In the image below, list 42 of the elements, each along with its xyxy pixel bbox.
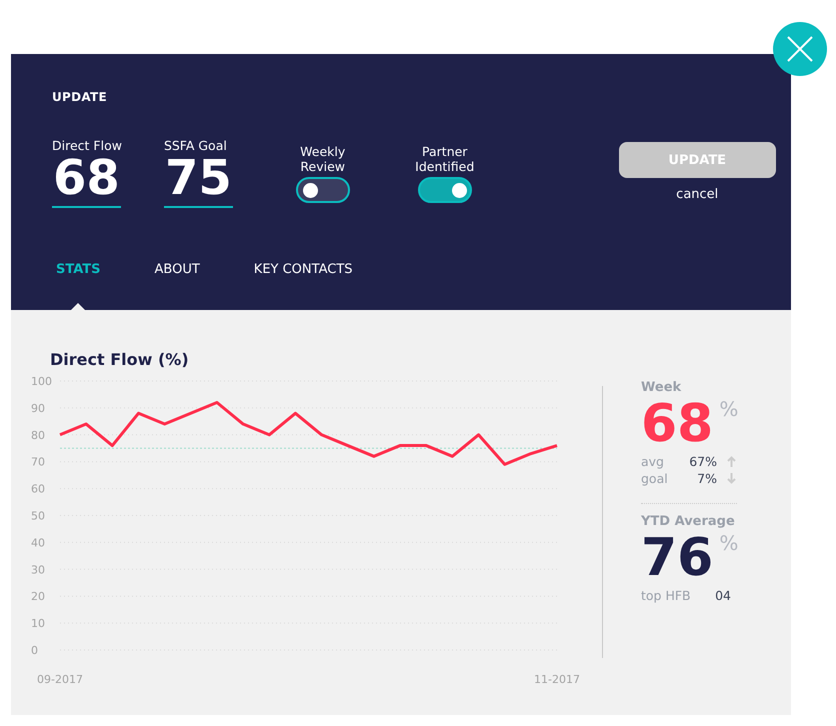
stat-label: goal xyxy=(641,470,669,487)
axis-label: 0 xyxy=(31,644,38,657)
cancel-link[interactable]: cancel xyxy=(676,187,718,202)
axis-label: 30 xyxy=(31,563,45,576)
toggle-label: Weekly Review xyxy=(299,143,346,174)
axis-label: 90 xyxy=(31,402,45,415)
tab[interactable]: ABOUT xyxy=(154,262,200,310)
tab[interactable]: KEY CONTACTS xyxy=(254,262,353,310)
close-icon xyxy=(787,36,813,62)
down-arrow-icon xyxy=(727,473,736,484)
axis-label: 20 xyxy=(31,590,45,604)
axis-label: 80 xyxy=(31,428,45,442)
chart-title: Direct Flow (%) xyxy=(50,350,190,369)
axis-label: 09-2017 xyxy=(37,673,83,686)
metric-label: Direct Flow xyxy=(52,138,122,153)
axis-label: 11-2017 xyxy=(534,673,580,686)
stat-label: YTD Average xyxy=(641,514,736,529)
stat-label: top HFB xyxy=(641,587,692,604)
axis-label: 60 xyxy=(31,482,45,496)
stat-value: 7% xyxy=(696,470,717,487)
stat-value: 67% xyxy=(688,453,717,470)
unit-label: % xyxy=(719,531,738,555)
stat-value: 68 xyxy=(641,395,714,453)
metric-value[interactable]: 75 xyxy=(164,153,233,208)
close-button[interactable] xyxy=(773,22,827,76)
metric-value[interactable]: 68 xyxy=(52,153,121,208)
stat-value: 76 xyxy=(641,529,714,587)
toggle-switch[interactable] xyxy=(418,177,472,203)
toggle-label: Partner Identified xyxy=(414,143,476,174)
axis-label: 100 xyxy=(31,375,52,388)
axis-label: 40 xyxy=(31,536,45,550)
stat-value: 04 xyxy=(715,587,731,604)
metric-label: SSFA Goal xyxy=(164,138,227,153)
stat-label: avg xyxy=(641,453,665,470)
unit-label: % xyxy=(719,397,738,421)
up-arrow-icon xyxy=(727,456,736,467)
axis-label: 10 xyxy=(31,617,45,630)
dialog-title: UPDATE xyxy=(52,90,108,104)
axis-label: 70 xyxy=(31,456,45,469)
toggle-switch[interactable] xyxy=(296,177,350,203)
axis-label: 50 xyxy=(31,510,45,522)
stat-label: Week xyxy=(641,380,682,395)
